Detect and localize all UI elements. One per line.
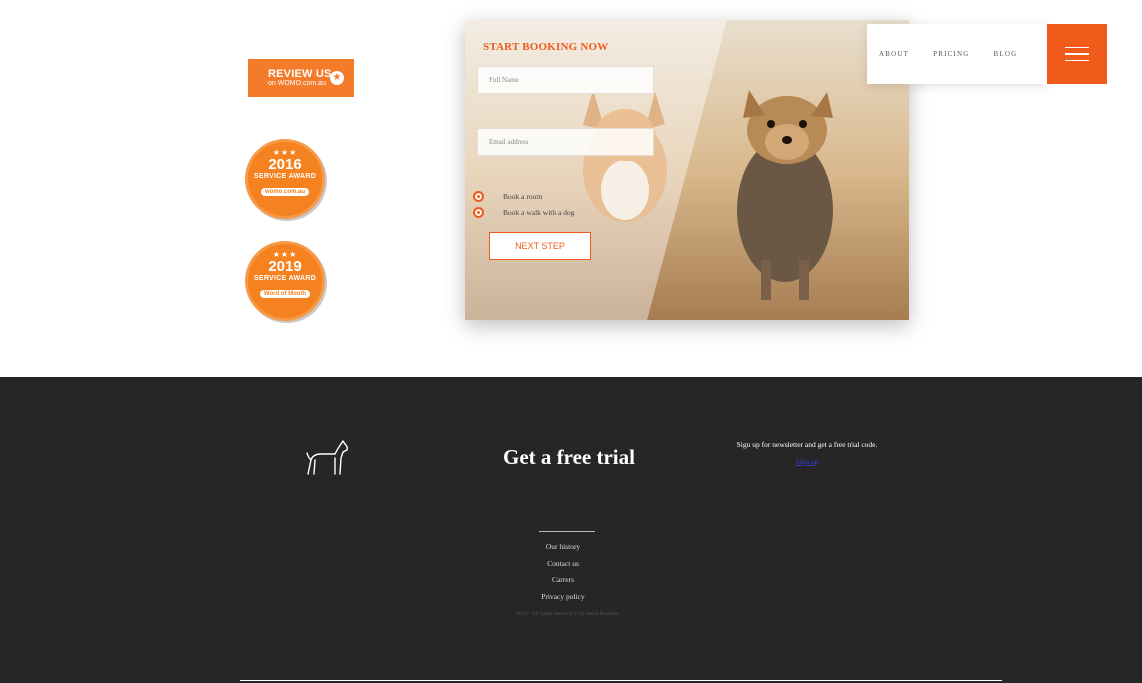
award-year: 2019 — [268, 258, 302, 275]
award-year: 2016 — [268, 156, 302, 173]
radio-button[interactable] — [473, 207, 484, 218]
email-input[interactable]: Email address — [477, 128, 654, 156]
award-label: SERVICE AWARD — [253, 173, 317, 180]
radio-label: Book a walk with a dog — [503, 208, 575, 217]
review-us-label: REVIEW US — [268, 67, 332, 80]
top-nav: ABOUT PRICING BLOG — [867, 24, 1047, 84]
radio-button[interactable] — [473, 191, 484, 202]
footer-link-privacy-policy[interactable]: Privacy policy — [523, 589, 603, 606]
star-icon: ★ — [330, 71, 344, 85]
award-badge-2016: ★★★ 2016 SERVICE AWARD womo.com.au — [245, 139, 325, 219]
footer-divider — [539, 531, 595, 532]
newsletter-text: Sign up for newsletter and get a free tr… — [736, 440, 878, 449]
award-brand: Word of Mouth — [259, 290, 311, 298]
radio-label: Book a room — [503, 192, 543, 201]
hamburger-menu-icon[interactable] — [1047, 24, 1107, 84]
radio-book-room[interactable]: Book a room — [473, 191, 542, 202]
footer-link-careers[interactable]: Carrers — [523, 572, 603, 589]
footer — [0, 377, 1142, 683]
footer-title: Get a free trial — [503, 445, 635, 469]
footer-links: Our history Contact us Carrers Privacy p… — [523, 539, 603, 605]
footer-link-our-history[interactable]: Our history — [523, 539, 603, 556]
award-brand: womo.com.au — [260, 188, 309, 196]
dog-icon — [306, 440, 348, 475]
award-label: SERVICE AWARD — [253, 275, 317, 282]
footer-link-contact-us[interactable]: Contact us — [523, 556, 603, 573]
page: REVIEW US on WOMO.com.au ★ ★★★ 2016 SERV… — [0, 0, 1142, 683]
radio-book-walk[interactable]: Book a walk with a dog — [473, 207, 574, 218]
nav-item-pricing[interactable]: PRICING — [933, 50, 969, 58]
award-badge-2019: ★★★ 2019 SERVICE AWARD Word of Mouth — [245, 241, 325, 321]
copyright-text: 2019 - All rights reserved © by Berra Br… — [516, 611, 618, 617]
nav-item-blog[interactable]: BLOG — [994, 50, 1018, 58]
signup-link[interactable]: Sign up — [707, 457, 907, 466]
next-step-button[interactable]: NEXT STEP — [489, 232, 591, 260]
review-us-badge[interactable]: REVIEW US on WOMO.com.au ★ — [248, 59, 354, 97]
booking-card: START BOOKING NOW Full Name Email addres… — [465, 20, 909, 320]
review-us-sublabel: on WOMO.com.au — [268, 79, 326, 87]
footer-bottom-line — [240, 680, 1002, 681]
nav-item-about[interactable]: ABOUT — [879, 50, 909, 58]
full-name-input[interactable]: Full Name — [477, 66, 654, 94]
booking-title: START BOOKING NOW — [483, 41, 609, 53]
